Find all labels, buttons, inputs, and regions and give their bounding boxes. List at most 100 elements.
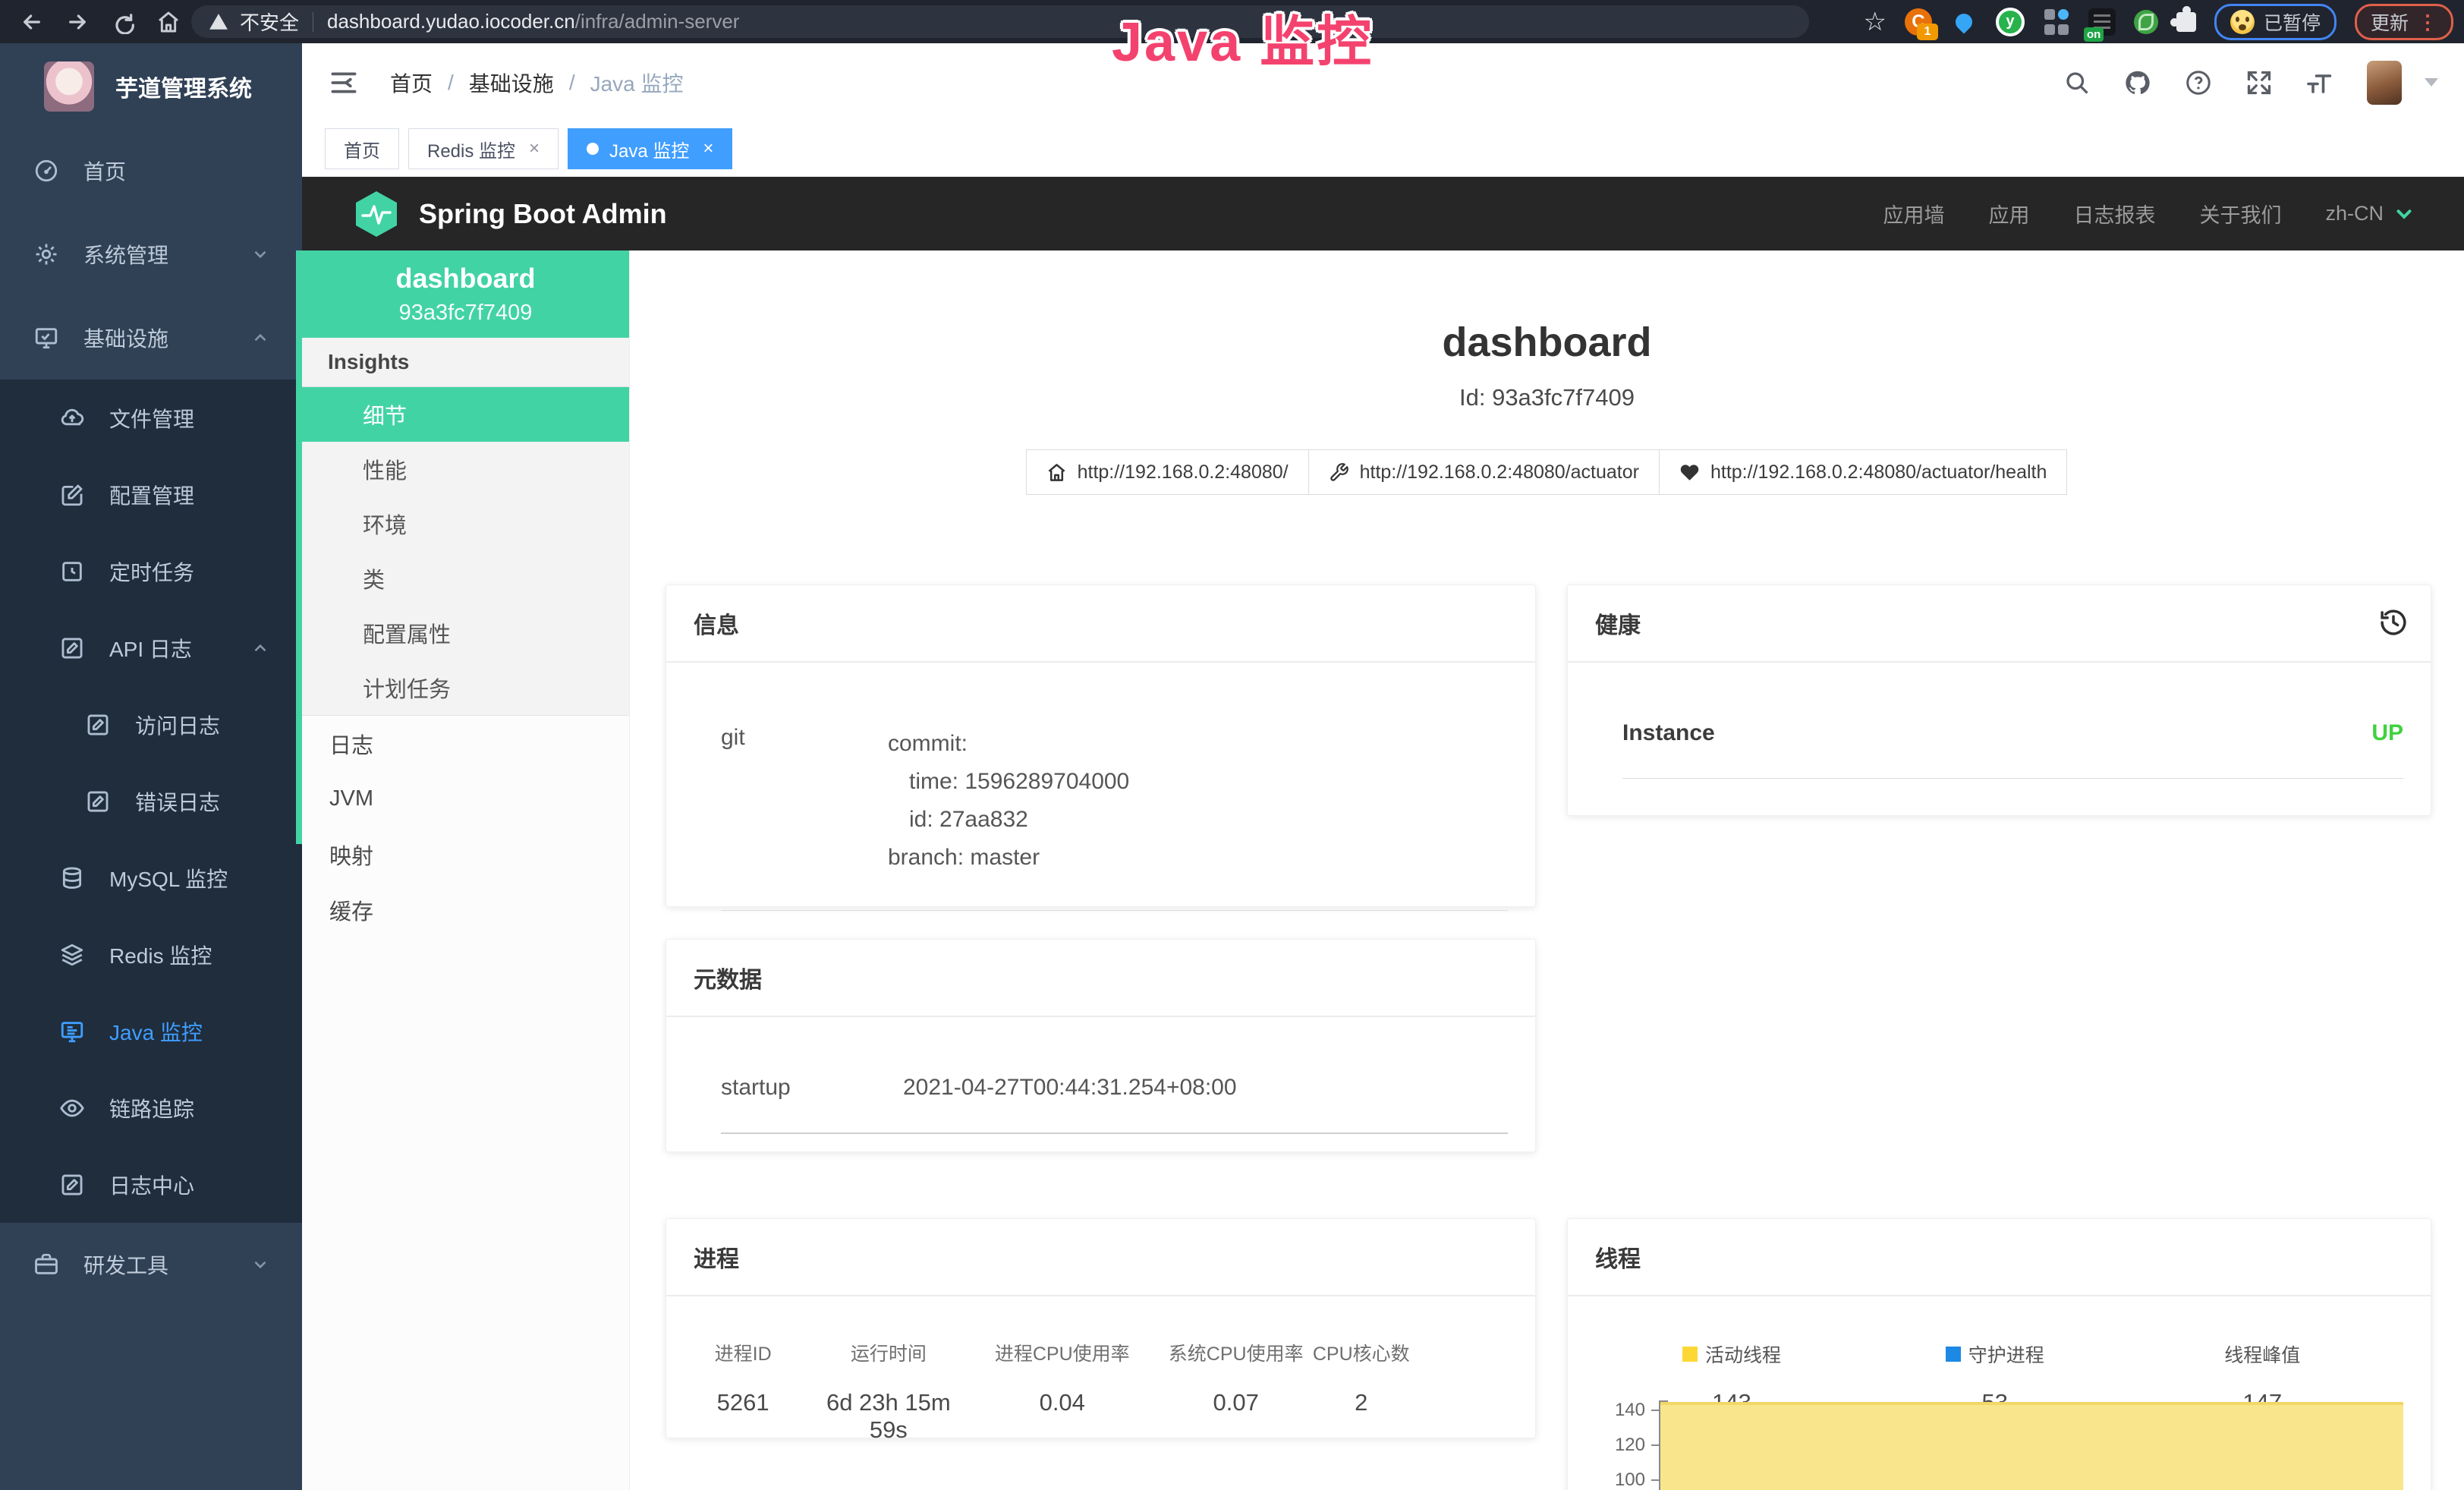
sidebar-item-system-management[interactable]: 系统管理 — [0, 213, 302, 296]
legend-swatch-yellow — [1682, 1347, 1698, 1362]
sba-item-details[interactable]: 细节 — [302, 387, 629, 442]
process-uptime: 6d 23h 15m 59s — [820, 1389, 957, 1444]
sba-nav-about[interactable]: 关于我们 — [2199, 199, 2281, 228]
extension-leaf-icon[interactable] — [2134, 10, 2158, 34]
close-icon[interactable]: × — [529, 138, 540, 159]
gauge-icon — [33, 158, 59, 184]
tag-tabs-bar: 首页 Redis 监控 × Java 监控 × — [302, 121, 2464, 177]
sidebar-item-access-log[interactable]: 访问日志 — [0, 686, 302, 763]
sba-item-mappings[interactable]: 映射 — [302, 827, 629, 882]
edit-icon — [59, 482, 85, 508]
extension-switch-icon[interactable]: on — [2088, 8, 2116, 36]
close-icon[interactable]: × — [703, 138, 713, 159]
url-path: /infra/admin-server — [575, 10, 740, 33]
sidebar-item-label: MySQL 监控 — [109, 863, 228, 893]
endpoint-actuator-url[interactable]: http://192.168.0.2:48080/actuator — [1308, 449, 1660, 495]
sba-nav-applications[interactable]: 应用 — [1988, 199, 2029, 228]
sidebar-item-config-management[interactable]: 配置管理 — [0, 456, 302, 533]
sba-item-environment[interactable]: 环境 — [302, 496, 629, 551]
sidebar-item-java-monitor[interactable]: Java 监控 — [0, 993, 302, 1069]
extension-on-badge: on — [2084, 27, 2104, 42]
sba-item-jvm[interactable]: JVM — [302, 771, 629, 827]
live-threads-area — [1660, 1402, 2403, 1490]
hamburger-icon[interactable] — [329, 71, 358, 95]
y-axis-tick — [1651, 1444, 1659, 1446]
system-cpu: 0.07 — [1167, 1389, 1304, 1444]
sidebar-item-infrastructure[interactable]: 基础设施 — [0, 296, 302, 380]
tab-redis-monitor[interactable]: Redis 监控 × — [408, 128, 559, 169]
app-logo-row[interactable]: 芋道管理系统 — [0, 43, 302, 129]
search-icon[interactable] — [2063, 69, 2091, 96]
extension-pin-icon[interactable] — [1950, 8, 1978, 36]
sidebar-item-file-management[interactable]: 文件管理 — [0, 380, 302, 456]
extension-y-icon[interactable]: y — [1996, 8, 2025, 36]
header-actions — [2063, 61, 2464, 105]
avatar-caret-icon[interactable] — [2425, 78, 2438, 87]
sidebar-item-scheduled-tasks[interactable]: 定时任务 — [0, 533, 302, 610]
layers-icon — [59, 942, 85, 968]
user-avatar[interactable] — [2367, 61, 2402, 105]
sba-item-caches[interactable]: 缓存 — [302, 882, 629, 937]
reload-icon[interactable] — [111, 10, 135, 34]
sba-instance-header[interactable]: dashboard 93a3fc7f7409 — [302, 250, 629, 338]
history-icon[interactable] — [2377, 606, 2409, 638]
breadcrumb-infrastructure[interactable]: 基础设施 — [469, 68, 554, 98]
tab-home[interactable]: 首页 — [325, 128, 399, 169]
process-values: 5261 6d 23h 15m 59s 0.04 0.07 2 — [666, 1366, 1535, 1444]
sidebar-item-label: 基础设施 — [83, 323, 168, 353]
git-branch-line: branch: master — [888, 839, 1129, 877]
sidebar-item-label: 文件管理 — [109, 403, 194, 433]
sba-item-scheduled-tasks[interactable]: 计划任务 — [302, 660, 629, 715]
tab-java-monitor[interactable]: Java 监控 × — [568, 128, 732, 169]
sba-item-metrics[interactable]: 性能 — [302, 442, 629, 496]
paused-profile-chip[interactable]: 已暂停 — [2214, 4, 2337, 40]
status-badge: UP — [2371, 720, 2403, 746]
legend-item-daemon: 守护进程 — [1896, 1340, 2094, 1368]
sba-group-insights[interactable]: Insights — [302, 338, 629, 387]
emoji-face-icon — [2230, 10, 2255, 34]
bookmark-star-icon[interactable]: ☆ — [1863, 9, 1886, 35]
sidebar-item-dev-tools[interactable]: 研发工具 — [0, 1223, 302, 1306]
github-icon[interactable] — [2124, 69, 2151, 96]
sidebar-item-redis-monitor[interactable]: Redis 监控 — [0, 916, 302, 993]
sidebar-item-label: Java 监控 — [109, 1016, 203, 1047]
extensions-puzzle-icon[interactable] — [2176, 12, 2196, 32]
browser-menu-icon[interactable]: ⋮ — [2418, 12, 2437, 32]
sba-item-config-props[interactable]: 配置属性 — [302, 606, 629, 660]
heart-icon — [1679, 462, 1700, 483]
metadata-row-label: startup — [721, 1075, 903, 1101]
y-tick-label: 120 — [1598, 1435, 1645, 1456]
home-nav-icon[interactable] — [156, 10, 181, 34]
app-header: 首页 / 基础设施 / Java 监控 — [302, 43, 2464, 122]
sidebar-item-label: 研发工具 — [83, 1249, 168, 1280]
sidebar-item-home[interactable]: 首页 — [0, 129, 302, 213]
sba-brand-title[interactable]: Spring Boot Admin — [419, 198, 667, 230]
sba-language-select[interactable]: zh-CN — [2325, 202, 2415, 225]
forward-icon[interactable] — [65, 10, 90, 34]
sidebar-item-trace[interactable]: 链路追踪 — [0, 1069, 302, 1146]
breadcrumb-home[interactable]: 首页 — [390, 68, 433, 98]
update-chrome-button[interactable]: 更新⋮ — [2355, 4, 2453, 40]
extension-grid-icon[interactable] — [2043, 8, 2070, 36]
sba-item-classes[interactable]: 类 — [302, 551, 629, 606]
extension-colorzilla-icon[interactable]: C1 — [1905, 8, 1932, 36]
sidebar-item-mysql-monitor[interactable]: MySQL 监控 — [0, 840, 302, 916]
endpoint-service-url[interactable]: http://192.168.0.2:48080/ — [1026, 449, 1309, 495]
chevron-down-icon — [250, 244, 270, 264]
fullscreen-icon[interactable] — [2245, 69, 2273, 96]
sba-nav-wallboard[interactable]: 应用墙 — [1883, 199, 1944, 228]
sba-item-logs[interactable]: 日志 — [302, 716, 629, 771]
help-icon[interactable] — [2185, 69, 2212, 96]
back-icon[interactable] — [20, 10, 44, 34]
log-edit-icon — [85, 712, 111, 738]
sba-logo-icon — [354, 190, 399, 238]
endpoint-health-url[interactable]: http://192.168.0.2:48080/actuator/health — [1659, 449, 2067, 495]
sidebar-item-log-center[interactable]: 日志中心 — [0, 1146, 302, 1223]
process-card-title: 进程 — [666, 1219, 1535, 1296]
sidebar-item-error-log[interactable]: 错误日志 — [0, 763, 302, 840]
font-size-icon[interactable] — [2306, 69, 2333, 96]
sba-nav-journal[interactable]: 日志报表 — [2073, 199, 2155, 228]
sidebar-item-api-logs[interactable]: API 日志 — [0, 610, 302, 686]
url-bar[interactable]: 不安全 dashboard.yudao.iocoder.cn/infra/adm… — [191, 5, 1809, 38]
active-dot-icon — [587, 143, 599, 155]
